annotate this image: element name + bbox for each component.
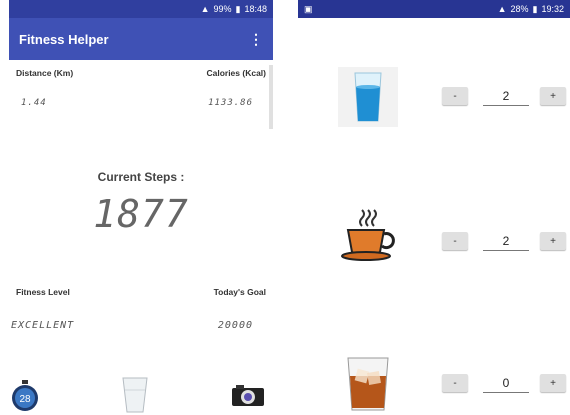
- fitness-level-label: Fitness Level: [16, 287, 70, 297]
- distance-label: Distance (Km): [16, 68, 74, 78]
- status-time: 19:32: [541, 3, 564, 14]
- drink-row-water: - 2 +: [298, 65, 570, 135]
- app-bar: Fitness Helper ⋮: [9, 18, 273, 60]
- fitness-level-value: EXCELLENT: [11, 320, 75, 331]
- camera-icon[interactable]: [231, 383, 265, 407]
- calories-value: 1133.86: [208, 98, 253, 108]
- fitness-goal-values: EXCELLENT 20000: [9, 320, 273, 331]
- timer-badge: 28: [19, 394, 31, 405]
- drink-row-whiskey: - 0 +: [298, 350, 570, 415]
- battery-percent: 99%: [213, 4, 232, 14]
- quantity-field[interactable]: 2: [483, 87, 529, 106]
- todays-goal-label: Today's Goal: [213, 287, 266, 297]
- signal-icon: ▲: [200, 4, 210, 14]
- fitness-screen: ▲ 99% ▮ 18:48 Fitness Helper ⋮ Distance …: [9, 0, 273, 415]
- status-bar: ▲ 99% ▮ 18:48: [9, 0, 273, 18]
- battery-percent: 28%: [510, 3, 529, 14]
- glass-icon[interactable]: [120, 376, 150, 414]
- app-title: Fitness Helper: [19, 31, 109, 47]
- increment-button[interactable]: +: [540, 374, 566, 392]
- water-glass-icon: [338, 67, 398, 127]
- increment-button[interactable]: +: [540, 232, 566, 250]
- decrement-button[interactable]: -: [442, 87, 468, 105]
- status-time: 18:48: [244, 4, 267, 14]
- signal-icon: ▲: [497, 3, 507, 14]
- distance-calories-labels: Distance (Km) Calories (Kcal): [9, 68, 273, 78]
- drinks-screen: ▣ ▲ 28% ▮ 19:32 - 2 + - 2 + - 0 +: [298, 0, 570, 415]
- battery-icon: ▮: [532, 3, 538, 14]
- battery-icon: ▮: [235, 3, 241, 14]
- fitness-goal-labels: Fitness Level Today's Goal: [9, 287, 273, 297]
- stopwatch-icon[interactable]: 28: [9, 379, 41, 411]
- overflow-menu-icon[interactable]: ⋮: [249, 31, 263, 48]
- drink-row-coffee: - 2 +: [298, 206, 570, 276]
- gallery-notification-icon: ▣: [304, 3, 313, 14]
- coffee-cup-icon: [338, 206, 398, 266]
- quantity-field[interactable]: 0: [483, 374, 529, 393]
- scrollbar[interactable]: [269, 65, 273, 129]
- calories-label: Calories (Kcal): [206, 68, 266, 78]
- steps-value: 1877: [93, 192, 189, 236]
- distance-value: 1.44: [21, 98, 47, 108]
- quantity-field[interactable]: 2: [483, 232, 529, 251]
- status-bar: ▣ ▲ 28% ▮ 19:32: [298, 0, 570, 18]
- decrement-button[interactable]: -: [442, 232, 468, 250]
- distance-calories-values: 1.44 1133.86: [9, 98, 273, 108]
- whiskey-glass-icon: [338, 352, 398, 412]
- current-steps-label: Current Steps :: [97, 170, 185, 184]
- decrement-button[interactable]: -: [442, 374, 468, 392]
- increment-button[interactable]: +: [540, 87, 566, 105]
- todays-goal-value: 20000: [217, 320, 253, 331]
